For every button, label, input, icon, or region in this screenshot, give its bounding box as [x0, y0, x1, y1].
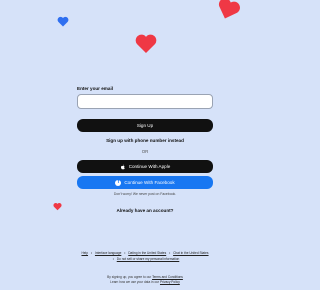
privacy-policy-link[interactable]: Privacy Policy — [160, 280, 180, 284]
continue-with-apple-button[interactable]: Continue With Apple — [77, 160, 213, 173]
email-field[interactable] — [77, 94, 213, 109]
login-link[interactable]: Already have an account? — [77, 208, 213, 213]
apple-icon — [120, 164, 125, 169]
heart-icon — [218, 0, 240, 19]
apple-button-label: Continue With Apple — [128, 164, 171, 169]
terms-prefix: By signing up, you agree to our — [107, 275, 152, 279]
legal-text: By signing up, you agree to our Terms an… — [0, 275, 290, 285]
chat-link[interactable]: Chat in the United States — [173, 251, 208, 255]
separator-dot: • — [90, 251, 93, 255]
dating-link[interactable]: Dating in the United States — [128, 251, 166, 255]
separator-dot: • — [124, 251, 126, 255]
facebook-button-label: Continue With Facebook — [124, 180, 175, 185]
heart-icon — [53, 203, 62, 211]
facebook-note: Don't worry! We never post on Facebook. — [113, 192, 177, 196]
email-label: Enter your email — [77, 86, 113, 91]
heart-icon — [135, 34, 157, 54]
help-link[interactable]: Help — [81, 251, 88, 255]
separator-dot: • — [169, 251, 171, 255]
sign-up-button[interactable]: Sign Up — [77, 119, 213, 132]
sign-up-label: Sign Up — [136, 123, 154, 128]
continue-with-facebook-button[interactable]: f Continue With Facebook — [77, 176, 213, 189]
or-divider: OR — [141, 149, 149, 154]
heart-icon — [57, 16, 69, 27]
facebook-icon: f — [115, 179, 122, 186]
separator-dot: • — [112, 257, 114, 261]
phone-signup-link[interactable]: Sign up with phone number instead — [77, 138, 213, 143]
terms-link[interactable]: Terms and Conditions — [152, 275, 183, 279]
do-not-sell-link[interactable]: Do not sell or share my personal informa… — [117, 257, 180, 261]
interface-language-link[interactable]: Interface language — [95, 251, 121, 255]
signup-form: Enter your email Sign Up Sign up with ph… — [77, 86, 213, 213]
footer: Help • Interface language • Dating in th… — [0, 251, 290, 263]
privacy-prefix: Learn how we use your data in our — [110, 279, 160, 284]
